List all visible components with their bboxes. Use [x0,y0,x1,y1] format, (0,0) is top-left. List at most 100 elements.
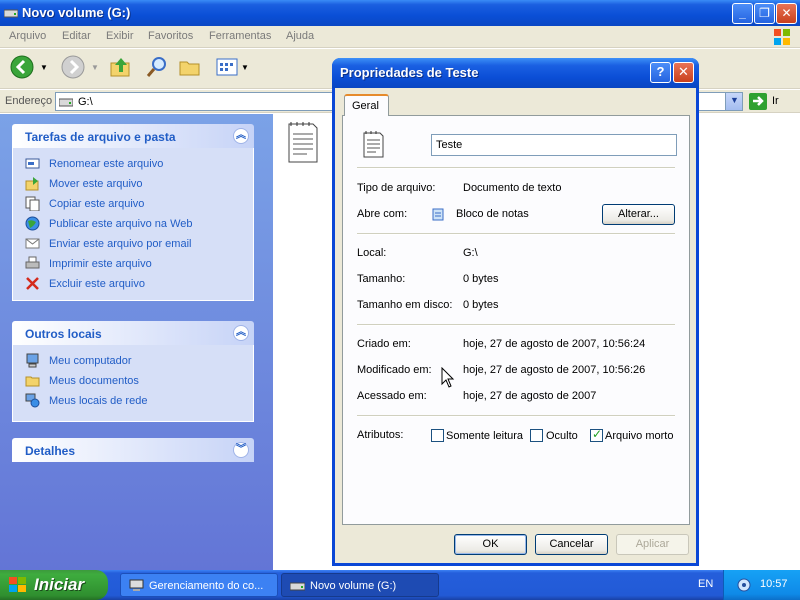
maximize-button[interactable]: ❐ [754,3,775,24]
type-label: Tipo de arquivo: [357,182,436,194]
menu-bar: Arquivo Editar Exibir Favoritos Ferramen… [0,26,800,48]
menu-ajuda[interactable]: Ajuda [286,30,314,42]
address-dropdown-button[interactable]: ▼ [725,93,742,110]
tasks-panel-body: Renomear este arquivo Mover este arquivo… [12,148,254,301]
details-panel-title: Detalhes [25,444,76,458]
place-my-documents[interactable]: Meus documentos [13,371,253,391]
accessed-value: hoje, 27 de agosto de 2007 [463,390,597,402]
email-icon [25,238,40,249]
hidden-label[interactable]: Oculto [546,430,578,442]
collapse-icon[interactable]: ︽ [233,128,249,144]
change-button[interactable]: Alterar... [602,204,675,225]
places-panel: Outros locais ︽ Meu computador Meus docu… [12,321,254,422]
help-button[interactable]: ? [650,62,671,83]
ok-button[interactable]: OK [454,534,527,555]
attributes-label: Atributos: [357,429,404,441]
computer-icon [26,353,39,368]
notepad-icon [432,208,444,221]
forward-dropdown-icon[interactable]: ▼ [91,63,99,72]
places-panel-title: Outros locais [25,327,102,341]
menu-editar[interactable]: Editar [62,30,91,42]
size-value: 0 bytes [463,273,499,285]
menu-arquivo[interactable]: Arquivo [9,30,46,42]
copy-icon [25,196,40,211]
apply-button[interactable]: Aplicar [616,534,689,555]
go-label[interactable]: Ir [772,95,779,107]
tasks-panel-title: Tarefas de arquivo e pasta [25,130,176,144]
task-copy[interactable]: Copiar este arquivo [13,194,253,214]
place-my-computer[interactable]: Meu computador [13,351,253,371]
hidden-checkbox[interactable] [530,429,543,442]
computer-management-icon [129,579,144,591]
explorer-title-bar[interactable]: Novo volume (G:) _ ❐ ✕ [0,0,800,26]
go-button[interactable] [749,93,767,110]
details-panel: Detalhes ︾ [12,438,254,462]
language-indicator[interactable]: EN [698,578,713,590]
dialog-close-button[interactable]: ✕ [673,62,694,83]
drive-icon [4,9,18,18]
text-file-icon[interactable] [287,120,321,164]
window-title: Novo volume (G:) [22,5,131,20]
task-move[interactable]: Mover este arquivo [13,174,253,194]
archive-label[interactable]: Arquivo morto [605,430,673,442]
windows-logo-icon [774,29,790,45]
divider [357,167,675,169]
menu-favoritos[interactable]: Favoritos [148,30,193,42]
mouse-cursor-icon [441,367,455,388]
address-label: Endereço [5,95,53,107]
close-button[interactable]: ✕ [776,3,797,24]
rename-icon [25,158,40,169]
back-icon[interactable] [10,55,34,79]
start-button[interactable]: Iniciar [0,570,108,600]
cancel-button[interactable]: Cancelar [535,534,608,555]
address-value: G:\ [78,96,93,108]
file-name-input[interactable]: Teste [431,134,677,156]
network-tray-icon[interactable] [736,577,752,593]
tab-geral[interactable]: Geral [344,94,389,116]
task-rename[interactable]: Renomear este arquivo [13,154,253,174]
readonly-label[interactable]: Somente leitura [446,430,523,442]
task-print[interactable]: Imprimir este arquivo [13,254,253,274]
folders-icon[interactable] [178,55,202,79]
minimize-button[interactable]: _ [732,3,753,24]
collapse-icon[interactable]: ︽ [233,325,249,341]
place-label: Meus documentos [49,375,139,387]
network-icon [25,393,40,408]
tasks-panel: Tarefas de arquivo e pasta ︽ Renomear es… [12,124,254,301]
places-panel-header[interactable]: Outros locais ︽ [12,321,254,345]
menu-ferramentas[interactable]: Ferramentas [209,30,271,42]
readonly-checkbox[interactable] [431,429,444,442]
expand-icon[interactable]: ︾ [233,442,249,458]
views-dropdown-icon[interactable]: ▼ [241,63,249,72]
dialog-title-bar[interactable]: Propriedades de Teste ? ✕ [332,58,699,88]
modified-value: hoje, 27 de agosto de 2007, 10:56:26 [463,364,646,376]
task-label: Enviar este arquivo por email [49,238,192,250]
drive-icon [290,582,305,591]
divider [357,233,675,235]
archive-checkbox[interactable]: ✓ [590,427,603,442]
tasks-panel-header[interactable]: Tarefas de arquivo e pasta ︽ [12,124,254,148]
text-file-icon [363,131,384,158]
disk-size-label: Tamanho em disco: [357,299,453,311]
taskbar-button-novo-volume[interactable]: Novo volume (G:) [281,573,439,597]
taskbar-button-computer-management[interactable]: Gerenciamento do co... [120,573,278,597]
up-folder-icon[interactable] [109,55,133,79]
task-label: Mover este arquivo [49,178,143,190]
search-icon[interactable] [145,55,169,79]
views-icon[interactable] [215,55,239,79]
clock[interactable]: 10:57 [760,578,788,590]
place-network[interactable]: Meus locais de rede [13,391,253,411]
task-publish-web[interactable]: Publicar este arquivo na Web [13,214,253,234]
dialog-title: Propriedades de Teste [340,65,479,80]
task-pane: Tarefas de arquivo e pasta ︽ Renomear es… [0,114,273,570]
back-dropdown-icon[interactable]: ▼ [40,63,48,72]
menu-exibir[interactable]: Exibir [106,30,134,42]
taskbar-button-label: Novo volume (G:) [310,580,397,592]
chevron-down-icon: ▼ [730,95,739,105]
globe-icon [25,216,40,231]
details-panel-header[interactable]: Detalhes ︾ [12,438,254,462]
task-email[interactable]: Enviar este arquivo por email [13,234,253,254]
go-arrow-icon [753,96,764,106]
task-delete[interactable]: Excluir este arquivo [13,274,253,294]
forward-icon[interactable] [61,55,85,79]
